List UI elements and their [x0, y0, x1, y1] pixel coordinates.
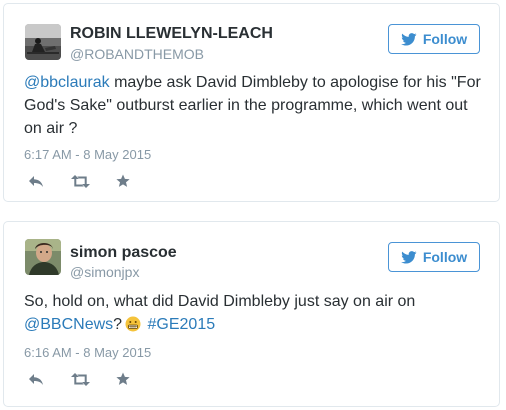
- mention-link[interactable]: @bbclaurak: [24, 74, 110, 91]
- timestamp[interactable]: 6:17 AM - 8 May 2015: [24, 147, 151, 162]
- tweet-body: So, hold on, what did David Dimbleby jus…: [24, 293, 416, 310]
- twitter-bird-icon: [401, 250, 417, 264]
- display-name[interactable]: simon pascoe: [70, 244, 177, 262]
- hashtag-link[interactable]: #GE2015: [148, 316, 216, 333]
- user-handle[interactable]: @simonjpx: [70, 264, 139, 280]
- timestamp[interactable]: 6:16 AM - 8 May 2015: [24, 345, 151, 360]
- twitter-bird-icon: [401, 32, 417, 46]
- user-handle[interactable]: @ROBANDTHEMOB: [70, 46, 204, 62]
- tweet-actions: [28, 371, 130, 387]
- avatar[interactable]: [25, 239, 61, 275]
- tweet-text: So, hold on, what did David Dimbleby jus…: [24, 290, 486, 339]
- reply-icon[interactable]: [28, 173, 44, 189]
- tweet-text: @bbclaurak maybe ask David Dimbleby to a…: [24, 71, 486, 140]
- tweet-actions: [28, 173, 130, 189]
- tweet-card: ROBIN LLEWELYN-LEACH @ROBANDTHEMOB Follo…: [3, 3, 500, 202]
- star-icon[interactable]: [116, 371, 130, 387]
- follow-button[interactable]: Follow: [388, 242, 480, 272]
- avatar[interactable]: [25, 24, 61, 60]
- tweet-body-punctuation: ?: [113, 316, 123, 333]
- follow-button[interactable]: Follow: [388, 24, 480, 54]
- tweet-card: simon pascoe @simonjpx Follow So, hold o…: [3, 221, 500, 407]
- retweet-icon[interactable]: [71, 371, 90, 387]
- grimacing-face-emoji: [125, 316, 141, 339]
- reply-icon[interactable]: [28, 371, 44, 387]
- retweet-icon[interactable]: [71, 173, 90, 189]
- follow-label: Follow: [422, 31, 468, 47]
- follow-label: Follow: [422, 249, 468, 265]
- display-name[interactable]: ROBIN LLEWELYN-LEACH: [70, 25, 273, 43]
- mention-link[interactable]: @BBCNews: [24, 316, 113, 333]
- star-icon[interactable]: [116, 173, 130, 189]
